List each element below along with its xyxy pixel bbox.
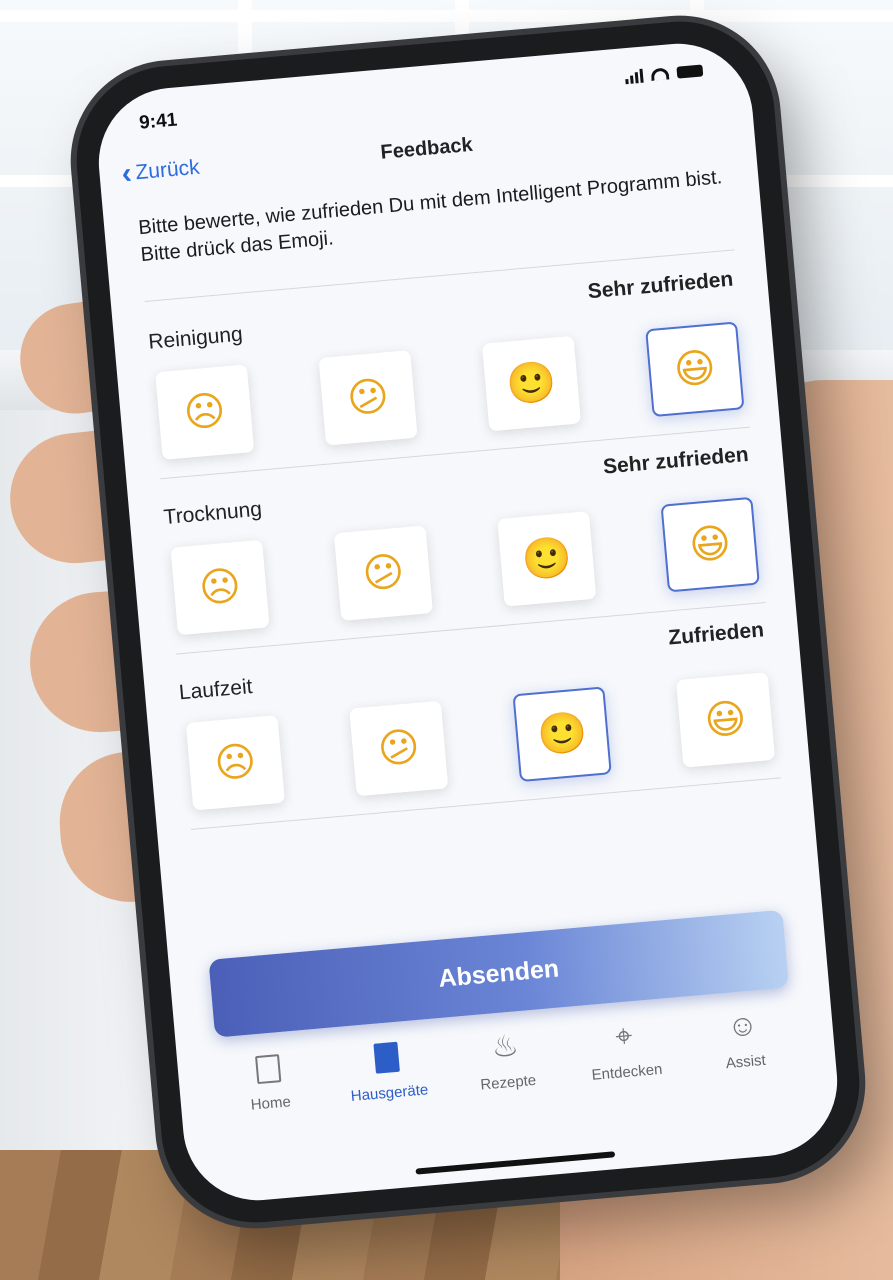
status-icons xyxy=(625,63,704,85)
section-rating-value: Sehr zufrieden xyxy=(602,442,750,479)
grinning-face-button[interactable]: 😃 xyxy=(645,321,745,418)
tab-label: Hausgeräte xyxy=(350,1081,429,1105)
compass-icon: ⌖ xyxy=(614,1019,634,1054)
frowning-face-icon: ☹ xyxy=(197,562,243,613)
tab-label: Assist xyxy=(725,1051,767,1073)
grinning-face-button[interactable]: 😃 xyxy=(660,496,760,593)
tab-home[interactable]: Home xyxy=(211,1044,331,1173)
wifi-icon xyxy=(650,67,670,81)
slightly-smiling-face-icon: 🙂 xyxy=(504,358,559,409)
confused-face-icon: 😕 xyxy=(360,548,407,598)
slightly-smiling-face-icon: 🙂 xyxy=(535,709,589,760)
confused-face-icon: 😕 xyxy=(345,373,391,423)
home-indicator xyxy=(415,1151,616,1175)
status-time: 9:41 xyxy=(138,109,179,134)
chat-smile-icon: ☺ xyxy=(725,1008,760,1044)
confused-face-button[interactable]: 😕 xyxy=(349,700,449,797)
grinning-face-icon: 😃 xyxy=(687,519,733,570)
tab-label: Home xyxy=(250,1093,292,1114)
grinning-face-icon: 😃 xyxy=(672,344,718,394)
grinning-face-button[interactable]: 😃 xyxy=(675,672,776,768)
slightly-smiling-face-button[interactable]: 🙂 xyxy=(512,686,612,783)
frowning-face-button[interactable]: ☹ xyxy=(155,364,255,460)
battery-icon xyxy=(676,64,704,79)
confused-face-button[interactable]: 😕 xyxy=(333,525,434,622)
frowning-face-button[interactable]: ☹ xyxy=(185,714,286,811)
slightly-smiling-face-icon: 🙂 xyxy=(519,533,574,584)
frowning-face-icon: ☹ xyxy=(181,387,228,437)
tab-label: Rezepte xyxy=(479,1071,537,1094)
window-transom xyxy=(0,10,893,22)
tab-entdecken[interactable]: ⌖ Entdecken xyxy=(567,1013,687,1142)
grinning-face-icon: 😃 xyxy=(702,695,749,745)
slightly-smiling-face-button[interactable]: 🙂 xyxy=(497,511,597,607)
emoji-rating-row: ☹ 😕 🙂 😃 xyxy=(182,672,779,811)
tab-hausgeräte[interactable]: Hausgeräte xyxy=(330,1034,450,1163)
appliance-icon xyxy=(373,1038,400,1078)
confused-face-icon: 😕 xyxy=(375,723,422,774)
chef-hat-icon: ♨ xyxy=(490,1029,520,1065)
smartphone: 9:41 ‹ Zurück Feedback Bitte bewerte, wi… xyxy=(68,13,868,1231)
tab-assist[interactable]: ☺ Assist xyxy=(686,1003,806,1132)
slightly-smiling-face-button[interactable]: 🙂 xyxy=(481,335,582,432)
frowning-face-icon: ☹ xyxy=(212,738,259,788)
section-label: Trocknung xyxy=(162,497,263,530)
section-label: Laufzeit xyxy=(178,675,254,705)
section-label: Reinigung xyxy=(147,322,244,354)
confused-face-button[interactable]: 😕 xyxy=(318,350,418,446)
section-rating-value: Zufrieden xyxy=(667,618,765,650)
tab-rezepte[interactable]: ♨ Rezepte xyxy=(449,1024,569,1153)
tab-label: Entdecken xyxy=(590,1060,664,1084)
section-rating-value: Sehr zufrieden xyxy=(586,267,735,304)
cellular-signal-icon xyxy=(625,68,644,85)
frowning-face-button[interactable]: ☹ xyxy=(170,539,270,636)
home-icon xyxy=(254,1048,281,1088)
phone-screen: 9:41 ‹ Zurück Feedback Bitte bewerte, wi… xyxy=(92,37,844,1207)
